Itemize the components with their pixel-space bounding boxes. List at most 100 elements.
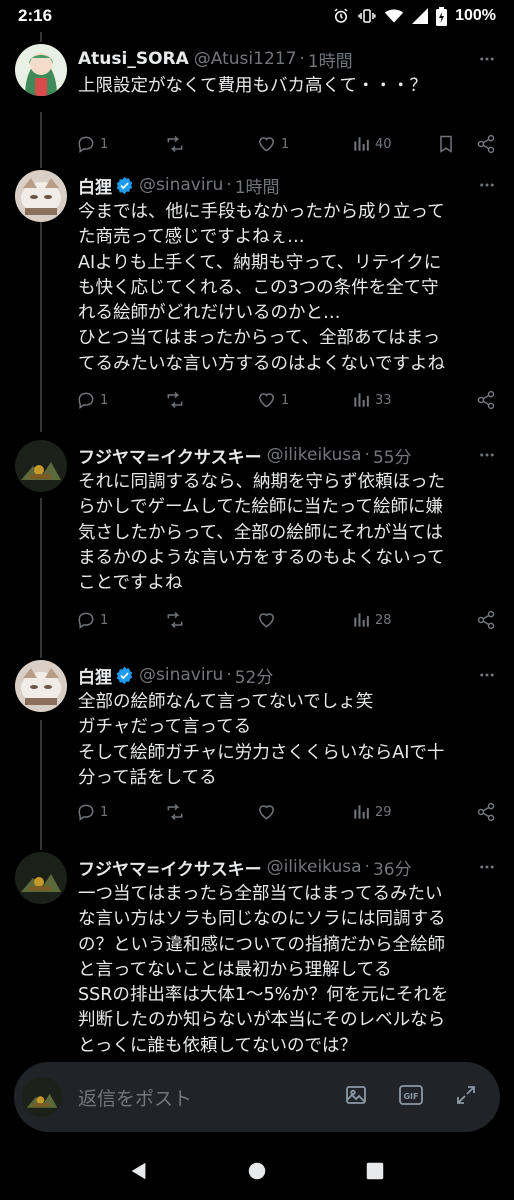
display-name[interactable]: フジヤマ=イクサスキー xyxy=(78,855,262,880)
more-options-icon[interactable] xyxy=(478,666,496,684)
retweet-button[interactable] xyxy=(164,610,190,630)
status-icons: 100% xyxy=(332,6,496,26)
text-line: ひとつ当てはまったからって、全部あてはまっ xyxy=(78,328,441,349)
retweet-button[interactable] xyxy=(164,134,190,154)
post-time[interactable]: 36分 xyxy=(373,855,412,880)
reply-count: 1 xyxy=(100,136,109,152)
text-line: 上限設定がなくて費用もバカ高くて・・・？ xyxy=(78,76,427,96)
text-line: れる絵師がどれだけいるのかと… xyxy=(78,303,341,324)
like-count: 1 xyxy=(281,136,290,152)
text-line: 一つ当てはまったら全部当てはまってるみたい xyxy=(78,884,443,904)
user-handle[interactable]: @sinaviru xyxy=(139,175,223,195)
wifi-icon xyxy=(384,7,404,25)
post-text: それに同調するなら、納期を守らず依頼ほった らかしでゲームしてた絵師に当たって絵… xyxy=(78,470,498,596)
text-line: な言い方はソラも同じなのにソラには同調する xyxy=(78,909,446,930)
display-name[interactable]: Atusi_SORA xyxy=(78,49,189,69)
like-button[interactable] xyxy=(256,610,281,630)
reply-input[interactable]: 返信をポスト xyxy=(78,1084,192,1111)
views-button[interactable]: 28 xyxy=(351,610,392,630)
share-button[interactable] xyxy=(476,390,496,410)
more-options-icon[interactable] xyxy=(478,446,496,464)
text-line: とっくに誰も依頼してないのでは？ xyxy=(78,1035,357,1056)
display-name[interactable]: フジヤマ=イクサスキー xyxy=(78,443,262,468)
battery-icon xyxy=(436,6,448,26)
home-icon[interactable] xyxy=(246,1160,268,1186)
image-icon[interactable] xyxy=(344,1083,368,1111)
text-line: 全部の絵師なんて言ってないでしょ笑 xyxy=(78,692,374,712)
like-button[interactable]: 1 xyxy=(256,134,289,154)
avatar[interactable] xyxy=(15,852,67,904)
post-time[interactable]: 1時間 xyxy=(235,173,280,198)
expand-icon[interactable] xyxy=(454,1083,478,1111)
display-name[interactable]: 白狸 xyxy=(78,173,112,198)
share-button[interactable] xyxy=(476,610,496,630)
retweet-button[interactable] xyxy=(164,802,190,822)
post-header: 白狸 @sinaviru · 1時間 xyxy=(78,172,496,198)
battery-percent: 100% xyxy=(455,7,496,24)
text-line: てるみたいな言い方するのはよくないですよね xyxy=(78,353,445,374)
action-bar: 1 28 xyxy=(66,606,498,634)
verified-badge-icon xyxy=(115,176,134,195)
post-header: 白狸 @sinaviru · 52分 xyxy=(78,662,496,688)
avatar[interactable] xyxy=(15,170,67,222)
post-time[interactable]: 1時間 xyxy=(308,47,353,72)
gif-label: GIF xyxy=(403,1092,418,1101)
status-time: 2:16 xyxy=(18,6,53,25)
alarm-icon xyxy=(332,7,350,25)
text-line: それに同調するなら、納期を守らず依頼ほった xyxy=(78,472,446,492)
bookmark-button[interactable] xyxy=(436,134,456,154)
views-button[interactable]: 40 xyxy=(351,134,392,154)
reply-button[interactable]: 1 xyxy=(76,802,108,822)
retweet-button[interactable] xyxy=(164,390,190,410)
user-handle[interactable]: @ilikeikusa xyxy=(267,857,362,877)
like-button[interactable]: 1 xyxy=(256,390,289,410)
text-line: 気さしたからって、全部の絵師にそれが当ては xyxy=(78,522,444,543)
like-button[interactable] xyxy=(256,802,281,822)
text-line: 判断したのか知らないが本当にそのレベルなら xyxy=(78,1010,446,1031)
reply-count: 1 xyxy=(100,804,109,820)
share-button[interactable] xyxy=(476,802,496,822)
text-line: 分って話をしてる xyxy=(78,767,217,788)
text-line: と言ってないことは最初から理解してる xyxy=(78,959,392,980)
thread-feed[interactable]: Atusi_SORA @Atusi1217 · 1時間 上限設定がなくて費用もバ… xyxy=(0,32,514,1057)
post-time[interactable]: 52分 xyxy=(235,663,274,688)
gif-icon[interactable]: GIF xyxy=(398,1083,424,1111)
text-line: AIよりも上手くて、納期も守って、リテイクに xyxy=(78,252,442,273)
reply-composer[interactable]: 返信をポスト GIF xyxy=(14,1062,500,1132)
action-bar: 1 1 33 xyxy=(66,386,498,414)
action-bar: 1 1 40 xyxy=(66,130,498,158)
avatar[interactable] xyxy=(15,660,67,712)
user-handle[interactable]: @ilikeikusa xyxy=(267,445,362,465)
views-button[interactable]: 33 xyxy=(351,390,392,410)
thread-connector xyxy=(40,498,42,658)
system-nav-bar xyxy=(0,1145,514,1200)
thread-connector xyxy=(40,222,42,432)
text-line: SSRの排出率は大体1〜5%か？何を元にそれを xyxy=(78,985,449,1006)
reply-button[interactable]: 1 xyxy=(76,134,108,154)
views-button[interactable]: 29 xyxy=(351,802,392,822)
thread-connector xyxy=(40,720,42,850)
more-options-icon[interactable] xyxy=(478,176,496,194)
share-button[interactable] xyxy=(476,134,496,154)
avatar[interactable] xyxy=(15,44,67,96)
back-icon[interactable] xyxy=(128,1160,150,1186)
views-count: 40 xyxy=(375,136,392,152)
display-name[interactable]: 白狸 xyxy=(78,663,112,688)
text-line: らかしでゲームしてた絵師に当たって絵師に嫌 xyxy=(78,497,444,518)
user-handle[interactable]: @sinaviru xyxy=(139,665,223,685)
post-text: 上限設定がなくて費用もバカ高くて・・・？ xyxy=(78,74,498,99)
reply-button[interactable]: 1 xyxy=(76,610,108,630)
text-line: まるかのような言い方をするのもよくないって xyxy=(78,547,445,568)
more-options-icon[interactable] xyxy=(478,50,496,68)
reply-button[interactable]: 1 xyxy=(76,390,108,410)
avatar[interactable] xyxy=(15,440,67,492)
action-bar: 1 29 xyxy=(66,798,498,826)
more-options-icon[interactable] xyxy=(478,858,496,876)
user-handle[interactable]: @Atusi1217 xyxy=(194,49,297,69)
views-count: 33 xyxy=(375,392,392,408)
views-count: 28 xyxy=(375,612,392,628)
post-time[interactable]: 55分 xyxy=(373,443,412,468)
thread-connector xyxy=(40,112,42,168)
separator-dot: · xyxy=(364,857,370,877)
recents-icon[interactable] xyxy=(364,1160,386,1186)
